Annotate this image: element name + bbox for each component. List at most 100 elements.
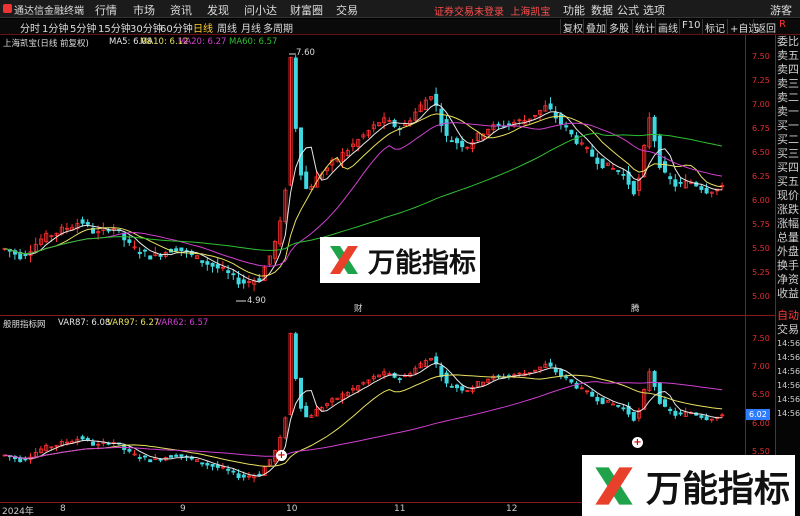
marker-teng[interactable]: 腾 [631,302,640,314]
menu-xuanxiang[interactable]: 选项 [643,2,665,18]
axis-tick: 7.00 [752,362,770,371]
candle-body [569,129,574,135]
menu-faxian[interactable]: 发现 [207,2,229,18]
period-15min[interactable]: 15分钟 [98,20,131,35]
tool-diejia[interactable]: 叠加 [583,19,608,35]
side-item: 卖二 [777,91,799,104]
candle-body [444,119,449,136]
candle-body [148,255,153,260]
candle-body [590,149,595,157]
candle-body [226,270,231,274]
quote-side-panel: 委比 卖五 卖四 卖三 卖二 卖一 买一 买二 买三 买四 买五 现价 涨跌 涨… [775,35,800,516]
period-fenshi[interactable]: 分时 [20,20,40,35]
menu-gongneng[interactable]: 功能 [563,2,585,18]
menu-jiaoyi[interactable]: 交易 [336,2,358,18]
candle-body [574,135,579,144]
candle-body [631,181,636,195]
candle-body [127,449,132,452]
period-60min[interactable]: 60分钟 [160,20,193,35]
tool-f10[interactable]: F10 [679,19,702,34]
candle-body [200,462,205,465]
period-1min[interactable]: 1分钟 [42,20,68,35]
candle-body [200,260,205,263]
ticker-label: R [779,19,786,30]
candle-body [553,112,558,119]
side-item: 买三 [777,147,799,160]
axis-tick: 7.50 [752,52,770,61]
side-item: 换手 [777,259,799,272]
axis-tick: 7.00 [752,100,770,109]
tool-biaoji[interactable]: 标记 [702,19,727,35]
main-legend-title: 上海凯宝(日线 前复权) [3,39,89,49]
tool-duogu[interactable]: 多股 [606,19,631,35]
axis-tick: 6.00 [752,419,770,428]
candle-body [704,187,709,194]
tool-fanhui[interactable]: 返回 [753,19,778,35]
watermark-logo-icon [595,466,633,505]
period-30min[interactable]: 30分钟 [130,20,163,35]
marker-cai[interactable]: 财 [354,302,363,314]
side-time: 14:56 [777,339,800,348]
side-item: 买二 [777,133,799,146]
candle-body [595,397,600,402]
menu-gongshi[interactable]: 公式 [617,2,639,18]
period-multi[interactable]: 多周期 [263,20,293,35]
guest-label[interactable]: 游客 [770,2,792,18]
time-label: 2024年 [2,507,34,516]
axis-tick: 6.00 [752,196,770,205]
period-5min[interactable]: 5分钟 [70,20,96,35]
candle-body [553,368,558,373]
candle-body [668,176,673,180]
login-notice[interactable]: 证券交易未登录 上海凯宝 [434,3,550,18]
candle-body [91,441,96,446]
candle-body [236,473,241,478]
menu-bar: 通达信金融终端 行情 市场 资讯 发现 问小达 财富圈 交易 证券交易未登录 上… [0,0,800,18]
side-time: 14:56 [777,395,800,404]
menu-hangqing[interactable]: 行情 [95,2,117,18]
side-item: 买一 [777,119,799,132]
watermark-corner: 万能指标 [582,455,795,516]
side-auto-trade[interactable]: 自动 [776,309,800,323]
candle-body [304,405,309,418]
candle-body [678,412,683,415]
menu-zixun[interactable]: 资讯 [170,2,192,18]
sell-signal-icon: + [632,437,643,448]
period-daily[interactable]: 日线 [193,20,213,35]
candle-body [226,468,231,471]
legend-var62: VAR62: 6.57 [156,318,209,328]
axis-tick: 6.50 [752,390,770,399]
axis-tick: 5.00 [752,292,770,301]
period-weekly[interactable]: 周线 [217,20,237,35]
side-time: 14:56 [777,381,800,390]
menu-shichang[interactable]: 市场 [133,2,155,18]
menu-wenxiaoda[interactable]: 问小达 [244,2,277,18]
tool-huaxian[interactable]: 画线 [655,19,680,35]
candle-body [148,459,153,463]
period-monthly[interactable]: 月线 [241,20,261,35]
menu-shuju[interactable]: 数据 [591,2,613,18]
app-logo-icon [3,4,12,13]
candle-body [616,170,621,172]
axis-tick: 6.50 [752,148,770,157]
candle-body [548,103,553,110]
candle-body [241,279,246,284]
candle-body [616,404,621,407]
side-item: 卖四 [777,63,799,76]
candle-body [704,416,709,421]
legend-var97: VAR97: 6.27 [107,318,160,328]
candle-body [652,371,657,387]
tool-tongji[interactable]: 统计 [632,19,657,35]
time-label: 9 [180,504,186,514]
candle-body [663,399,668,407]
buy-signal-icon: + [276,450,287,461]
axis-tick: 7.50 [752,334,770,343]
candle-body [304,171,309,189]
candle-body [454,138,459,144]
candle-body [236,277,241,285]
menu-caifuquan[interactable]: 财富圈 [290,2,323,18]
candle-body [699,186,704,190]
candle-body [293,333,298,379]
tool-fuquan[interactable]: 复权 [560,19,585,35]
side-item: 卖三 [777,77,799,90]
candle-body [460,140,465,148]
